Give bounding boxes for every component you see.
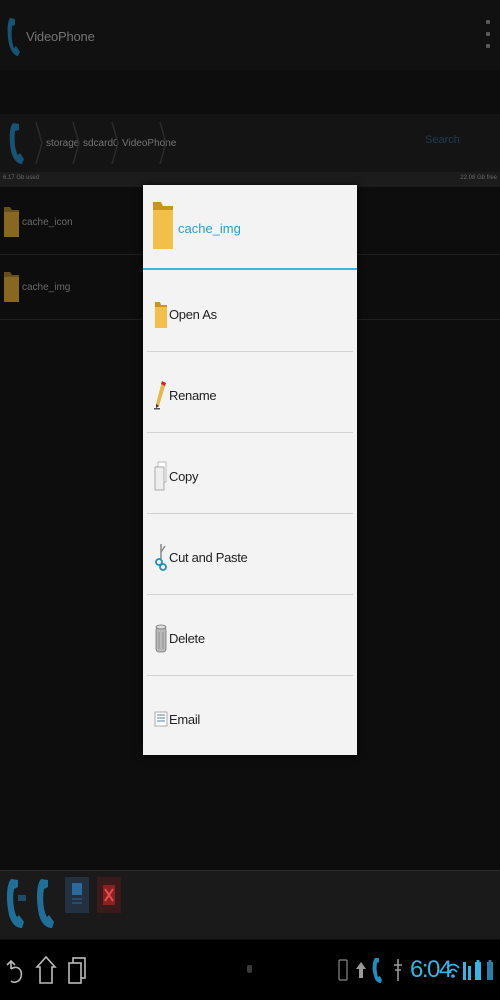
dialog-title: cache_img	[178, 221, 241, 236]
folder-icon	[153, 202, 173, 249]
breadcrumb-separator-icon	[159, 122, 167, 164]
wifi-icon	[446, 963, 460, 978]
trash-icon	[155, 624, 167, 653]
usb-icon	[394, 959, 402, 981]
breadcrumb-separator-icon	[111, 122, 119, 164]
phone-icon[interactable]	[35, 875, 61, 930]
menu-item-label: Copy	[169, 469, 199, 484]
context-menu-dialog: cache_img Open As Rename Copy Cut and Pa…	[143, 185, 357, 755]
home-icon[interactable]	[35, 955, 57, 985]
menu-item-copy[interactable]: Copy	[143, 433, 357, 513]
menu-item-label: Rename	[169, 388, 217, 403]
file-name: cache_icon	[22, 217, 73, 228]
search-button[interactable]: Search	[425, 134, 460, 146]
file-name: cache_img	[22, 282, 71, 293]
menu-item-cut-and-paste[interactable]: Cut and Paste	[143, 514, 357, 594]
folder-icon	[155, 302, 167, 328]
email-icon	[154, 711, 168, 727]
menu-item-label: Delete	[169, 631, 205, 646]
phone-icon[interactable]	[6, 16, 26, 58]
battery-icon	[475, 960, 481, 980]
dialog-title-divider	[143, 268, 357, 270]
phone-icon	[372, 958, 382, 983]
signal-icon	[463, 962, 471, 980]
document-icon[interactable]	[63, 875, 91, 915]
menu-item-open-as[interactable]: Open As	[143, 271, 357, 351]
breadcrumb-separator-icon	[72, 122, 80, 164]
menu-item-delete[interactable]: Delete	[143, 595, 357, 675]
menu-item-label: Cut and Paste	[169, 550, 248, 565]
phone-icon[interactable]	[5, 875, 31, 930]
phone-icon[interactable]	[8, 120, 32, 166]
overflow-menu-icon[interactable]	[486, 20, 490, 48]
recent-apps-icon[interactable]	[66, 955, 88, 985]
folder-icon	[4, 272, 19, 302]
back-icon[interactable]	[5, 955, 27, 985]
storage-free: 22.08 Gb free	[460, 175, 497, 181]
folder-icon	[4, 207, 19, 237]
app-title: VideoPhone	[26, 29, 95, 44]
battery-icon	[487, 960, 493, 980]
breadcrumb-separator-icon	[35, 122, 43, 164]
dialog-header: cache_img	[143, 185, 357, 268]
status-clock: 6:04	[410, 956, 452, 983]
upload-icon	[356, 962, 366, 978]
close-icon[interactable]	[95, 875, 123, 915]
phone-device-icon	[338, 959, 348, 981]
pencil-icon	[154, 381, 166, 410]
menu-item-email[interactable]: Email	[143, 676, 357, 756]
scissors-icon	[155, 544, 167, 571]
menu-item-label: Email	[169, 712, 201, 727]
breadcrumb-videophone[interactable]: VideoPhone	[122, 138, 176, 149]
menu-item-label: Open As	[169, 307, 217, 322]
storage-used: 6.17 Gb used	[3, 175, 40, 181]
menu-dot-icon[interactable]	[247, 965, 252, 973]
menu-item-rename[interactable]: Rename	[143, 352, 357, 432]
copy-icon	[154, 461, 167, 491]
